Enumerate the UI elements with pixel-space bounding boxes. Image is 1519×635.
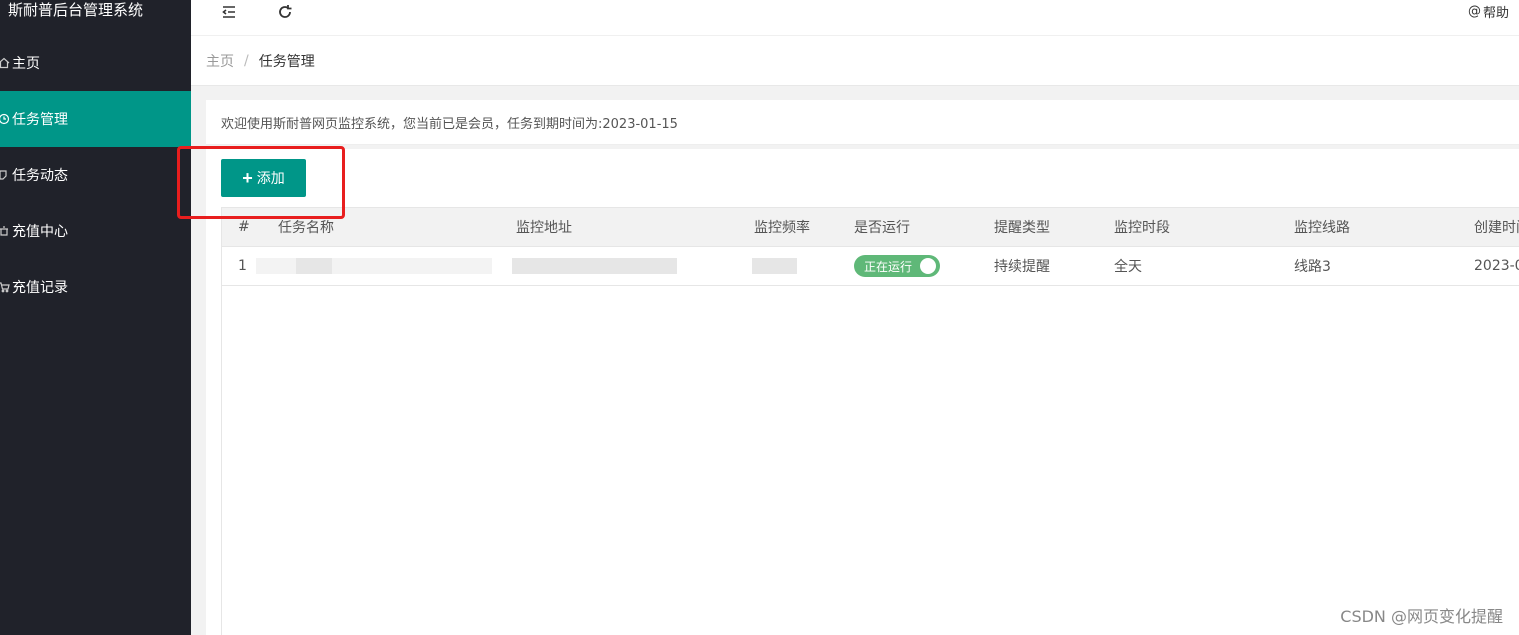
sidebar-item-task-management[interactable]: 任务管理 (0, 91, 191, 147)
recharge-icon (0, 223, 12, 239)
main-content: 欢迎使用斯耐普网页监控系统，您当前已是会员，任务到期时间为:2023-01-15… (191, 86, 1519, 635)
help-icon: @ (1467, 4, 1481, 19)
row-reminder-type: 持续提醒 (994, 259, 1050, 275)
task-icon (0, 111, 12, 127)
help-link[interactable]: @ 帮助 (1468, 2, 1509, 21)
sidebar-item-recharge-records[interactable]: 充值记录 (0, 259, 191, 315)
sidebar-item-label: 充值中心 (12, 224, 68, 240)
indent-icon[interactable] (219, 2, 239, 22)
add-button-label: 添加 (256, 170, 285, 186)
column-header-task-name: 任务名称 (278, 220, 334, 236)
help-label: 帮助 (1482, 6, 1509, 21)
column-header-created: 创建时间 (1474, 220, 1519, 236)
breadcrumb-home[interactable]: 主页 (206, 51, 234, 71)
plus-icon: + (242, 168, 253, 188)
column-header-period: 监控时段 (1114, 220, 1170, 236)
table-header: # 任务名称 监控地址 监控频率 是否运行 提醒类型 监控时段 监控线路 创建时… (222, 207, 1519, 247)
watermark: CSDN @网页变化提醒 (1340, 607, 1503, 626)
sidebar-item-label: 任务动态 (12, 168, 68, 184)
running-toggle[interactable]: 正在运行 (854, 255, 940, 277)
column-header-frequency: 监控频率 (754, 220, 810, 236)
row-frequency-redacted (752, 247, 816, 285)
refresh-icon[interactable] (275, 2, 295, 22)
add-task-button[interactable]: + 添加 (221, 159, 306, 197)
breadcrumb-separator: / (244, 52, 249, 69)
breadcrumb-current: 任务管理 (258, 53, 315, 70)
row-running: 正在运行 (854, 247, 940, 285)
row-period: 全天 (1114, 259, 1142, 275)
sidebar-item-home[interactable]: 主页 (0, 35, 191, 91)
row-created: 2023-01 (1474, 258, 1519, 274)
row-index: 1 (238, 258, 247, 274)
sidebar-item-label: 任务管理 (12, 112, 68, 128)
column-header-index: # (238, 219, 250, 235)
activity-icon (0, 167, 12, 183)
row-route: 线路3 (1294, 259, 1331, 275)
sidebar-item-label: 主页 (12, 56, 40, 72)
breadcrumb: 主页 / 任务管理 (191, 36, 1519, 86)
toggle-knob (920, 258, 936, 274)
sidebar: 斯耐普后台管理系统 主页 任务管理 任务动态 充值中心 充值记录 (0, 0, 191, 635)
task-panel: + 添加 # 任务名称 监控地址 监控频率 是否运行 提醒类型 监控时段 监控线… (206, 149, 1519, 635)
home-icon (0, 55, 12, 71)
cart-icon (0, 279, 12, 295)
top-header: @ 帮助 (191, 0, 1519, 36)
table-row[interactable]: 1 正在运行 持续提醒 全天 线路3 2023- (222, 247, 1519, 286)
welcome-text: 欢迎使用斯耐普网页监控系统，您当前已是会员，任务到期时间为:2023-01-15 (221, 116, 678, 132)
sidebar-item-recharge-center[interactable]: 充值中心 (0, 203, 191, 259)
column-header-running: 是否运行 (854, 220, 910, 236)
welcome-notice: 欢迎使用斯耐普网页监控系统，您当前已是会员，任务到期时间为:2023-01-15 (206, 100, 1519, 145)
sidebar-item-task-activity[interactable]: 任务动态 (0, 147, 191, 203)
running-toggle-label: 正在运行 (864, 259, 913, 274)
column-header-route: 监控线路 (1294, 220, 1350, 236)
row-url-redacted (512, 247, 752, 285)
column-header-reminder-type: 提醒类型 (994, 220, 1050, 236)
column-header-url: 监控地址 (516, 220, 572, 236)
sidebar-item-label: 充值记录 (12, 280, 68, 296)
row-task-name-redacted (256, 247, 516, 285)
app-title: 斯耐普后台管理系统 (8, 1, 144, 19)
task-table: # 任务名称 监控地址 监控频率 是否运行 提醒类型 监控时段 监控线路 创建时… (221, 207, 1519, 635)
